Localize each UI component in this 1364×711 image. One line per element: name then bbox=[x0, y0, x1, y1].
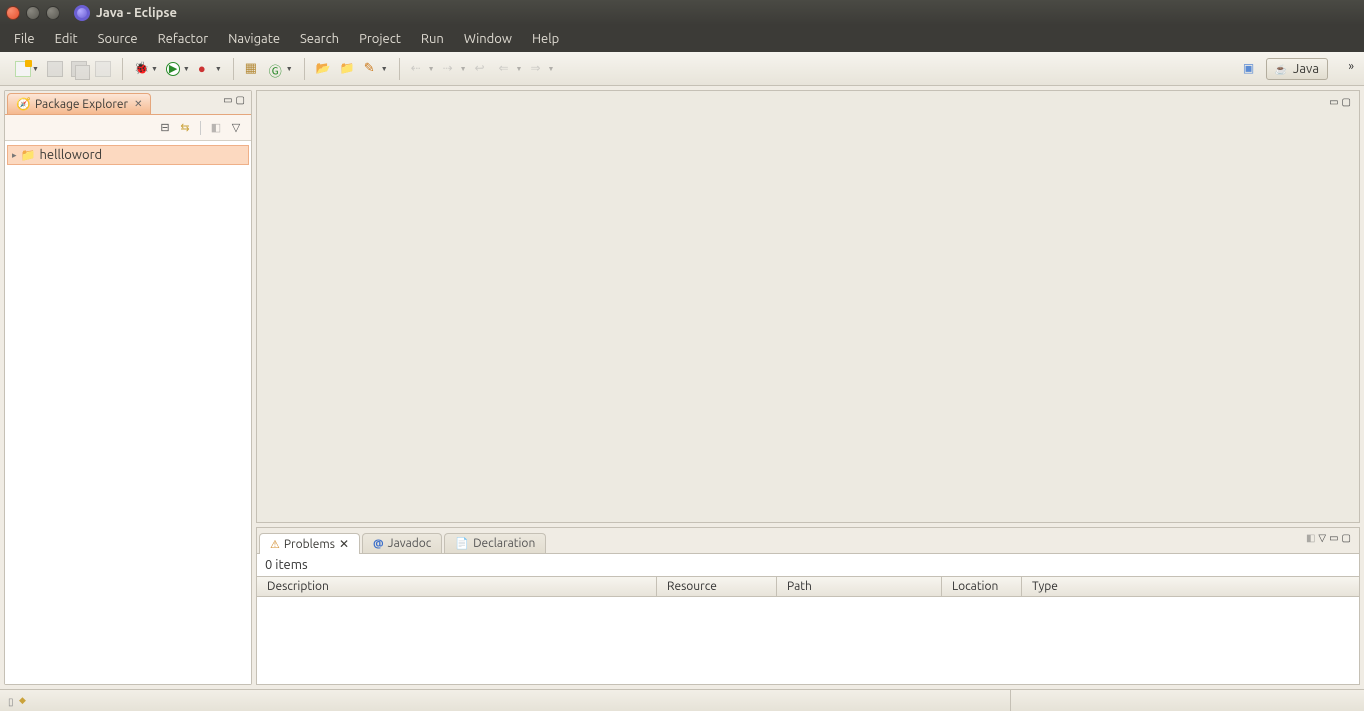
save-button[interactable] bbox=[44, 58, 66, 80]
close-tab-icon[interactable]: ✕ bbox=[339, 537, 349, 551]
close-tab-icon[interactable]: ✕ bbox=[134, 98, 142, 110]
new-class-button[interactable]: ▼ bbox=[266, 58, 296, 80]
tab-label: Problems bbox=[284, 538, 335, 551]
open-perspective-button[interactable] bbox=[1240, 58, 1262, 80]
java-icon bbox=[1275, 62, 1289, 76]
declaration-icon bbox=[455, 537, 469, 550]
package-explorer-icon: 🧭 bbox=[16, 97, 31, 111]
window-title: Java - Eclipse bbox=[96, 6, 177, 20]
menu-project[interactable]: Project bbox=[349, 28, 411, 50]
project-label: hellloword bbox=[39, 148, 102, 162]
nav-forward-button[interactable]: ⇒▼ bbox=[527, 58, 557, 80]
package-explorer-tree[interactable]: ▸ hellloword bbox=[5, 141, 251, 684]
window-titlebar: Java - Eclipse bbox=[0, 0, 1364, 25]
menu-help[interactable]: Help bbox=[522, 28, 569, 50]
link-editor-button[interactable]: ⇆ bbox=[176, 119, 194, 137]
tab-problems[interactable]: Problems ✕ bbox=[259, 533, 360, 554]
nav-back-button[interactable]: ⇐▼ bbox=[496, 58, 526, 80]
package-explorer-toolbar: ⊟ ⇆ ◧ ▽ bbox=[5, 115, 251, 141]
tab-package-explorer[interactable]: 🧭 Package Explorer ✕ bbox=[7, 93, 151, 114]
bottom-panel: ◧ ▽ ▭ ▢ Problems ✕ Javadoc Declaration bbox=[256, 527, 1360, 685]
col-location[interactable]: Location bbox=[942, 577, 1022, 596]
window-maximize-button[interactable] bbox=[46, 6, 60, 20]
problems-table-body[interactable] bbox=[257, 597, 1359, 684]
menu-refactor[interactable]: Refactor bbox=[148, 28, 219, 50]
status-divider bbox=[1010, 690, 1011, 711]
minimize-view-button[interactable]: ▭ bbox=[223, 94, 232, 106]
search-button[interactable]: ▼ bbox=[361, 58, 391, 80]
col-type[interactable]: Type bbox=[1022, 577, 1359, 596]
maximize-view-button[interactable]: ▢ bbox=[236, 94, 245, 106]
javadoc-icon bbox=[373, 537, 384, 550]
view-menu-icon[interactable]: ▽ bbox=[1318, 532, 1326, 544]
tab-label: Package Explorer bbox=[35, 98, 128, 111]
run-button[interactable]: ▼ bbox=[163, 58, 193, 80]
open-task-button[interactable] bbox=[337, 58, 359, 80]
project-item[interactable]: ▸ hellloword bbox=[7, 145, 249, 165]
new-package-button[interactable] bbox=[242, 58, 264, 80]
menu-edit[interactable]: Edit bbox=[45, 28, 88, 50]
menu-source[interactable]: Source bbox=[88, 28, 148, 50]
bottom-maximize-button[interactable]: ▢ bbox=[1342, 532, 1351, 544]
col-description[interactable]: Description bbox=[257, 577, 657, 596]
problems-table-header: Description Resource Path Location Type bbox=[257, 576, 1359, 597]
perspective-label: Java bbox=[1293, 62, 1319, 76]
save-all-button[interactable] bbox=[68, 58, 90, 80]
nav-prev-annotation-button[interactable]: ⇠▼ bbox=[408, 58, 438, 80]
problems-icon bbox=[270, 538, 280, 551]
menubar: File Edit Source Refactor Navigate Searc… bbox=[0, 25, 1364, 52]
editor-column: ▭ ▢ ◧ ▽ ▭ ▢ Problems ✕ Javadoc bbox=[256, 90, 1360, 685]
view-menu-button[interactable]: ▽ bbox=[227, 119, 245, 137]
tab-label: Javadoc bbox=[388, 537, 432, 550]
perspective-java-button[interactable]: Java bbox=[1266, 58, 1328, 80]
collapse-all-button[interactable]: ⊟ bbox=[156, 119, 174, 137]
nav-last-edit-button[interactable]: ↩ bbox=[472, 58, 494, 80]
tab-declaration[interactable]: Declaration bbox=[444, 533, 546, 553]
open-type-button[interactable] bbox=[313, 58, 335, 80]
debug-button[interactable]: ▼ bbox=[131, 58, 161, 80]
run-last-button[interactable]: ▼ bbox=[195, 58, 225, 80]
project-folder-icon bbox=[21, 148, 36, 162]
new-button[interactable]: ▼ bbox=[12, 58, 42, 80]
editor-minimize-button[interactable]: ▭ bbox=[1329, 96, 1338, 108]
menu-window[interactable]: Window bbox=[454, 28, 522, 50]
print-button[interactable] bbox=[92, 58, 114, 80]
tab-javadoc[interactable]: Javadoc bbox=[362, 533, 442, 553]
expand-arrow-icon[interactable]: ▸ bbox=[12, 150, 17, 161]
menu-search[interactable]: Search bbox=[290, 28, 349, 50]
window-minimize-button[interactable] bbox=[26, 6, 40, 20]
eclipse-icon bbox=[74, 5, 90, 21]
status-bar: ◆ bbox=[0, 689, 1364, 711]
window-close-button[interactable] bbox=[6, 6, 20, 20]
toolbar-overflow-icon[interactable]: » bbox=[1348, 60, 1354, 73]
focus-icon[interactable]: ◧ bbox=[1306, 532, 1315, 544]
focus-task-button[interactable]: ◧ bbox=[207, 119, 225, 137]
tab-label: Declaration bbox=[473, 537, 535, 550]
fast-view-add-icon[interactable]: ◆ bbox=[19, 695, 26, 706]
menu-file[interactable]: File bbox=[4, 28, 45, 50]
workspace: ▭ ▢ 🧭 Package Explorer ✕ ⊟ ⇆ ◧ ▽ ▸ helll… bbox=[0, 86, 1364, 689]
menu-run[interactable]: Run bbox=[411, 28, 454, 50]
bottom-minimize-button[interactable]: ▭ bbox=[1329, 532, 1338, 544]
col-resource[interactable]: Resource bbox=[657, 577, 777, 596]
main-toolbar: ▼ ▼ ▼ ▼ ▼ ▼ ⇠▼ ⇢▼ ↩ ⇐▼ ⇒▼ Java » bbox=[0, 52, 1364, 86]
nav-next-annotation-button[interactable]: ⇢▼ bbox=[440, 58, 470, 80]
problems-summary: 0 items bbox=[257, 554, 1359, 576]
col-path[interactable]: Path bbox=[777, 577, 942, 596]
editor-area[interactable]: ▭ ▢ bbox=[256, 90, 1360, 523]
editor-maximize-button[interactable]: ▢ bbox=[1342, 96, 1351, 108]
package-explorer-panel: ▭ ▢ 🧭 Package Explorer ✕ ⊟ ⇆ ◧ ▽ ▸ helll… bbox=[4, 90, 252, 685]
menu-navigate[interactable]: Navigate bbox=[218, 28, 290, 50]
